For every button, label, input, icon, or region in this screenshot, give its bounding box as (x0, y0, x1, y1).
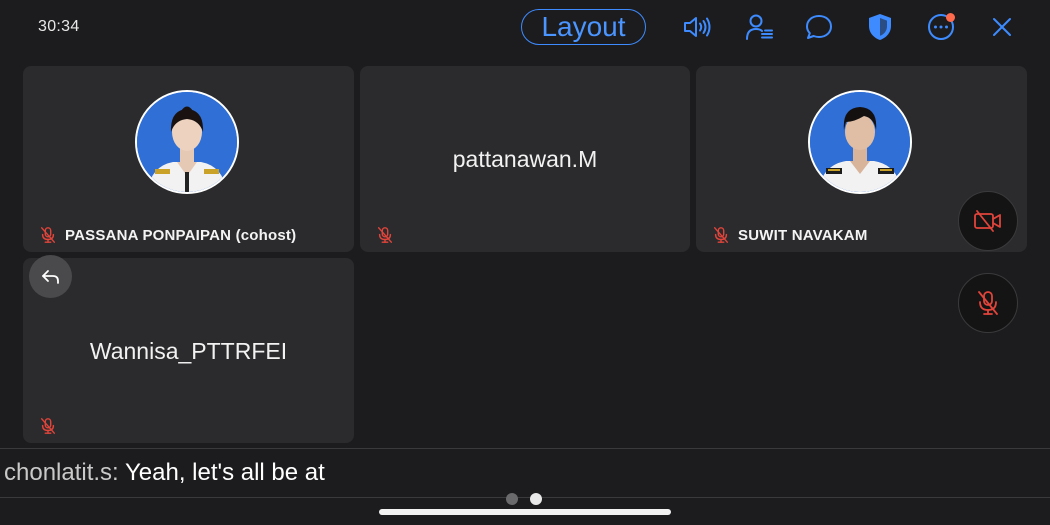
mic-off-icon (40, 418, 56, 434)
participant-name: Wannisa_PTTRFEI (89, 338, 288, 364)
close-button[interactable] (985, 10, 1019, 44)
page-indicator (506, 493, 542, 505)
participant-photo-icon (137, 92, 237, 192)
caption-line: chonlatit.s: Yeah, let's all be at (4, 459, 325, 487)
chat-button[interactable] (802, 10, 836, 44)
avatar (135, 90, 239, 194)
mic-off-icon (40, 227, 56, 243)
participant-name: pattanawan.M (452, 146, 598, 172)
meeting-screen: 30:34 Layout PASSANA PONPAIPAN (cohost) … (0, 0, 1050, 525)
mic-off-icon (377, 227, 393, 243)
back-button[interactable] (29, 255, 72, 298)
page-dot-2[interactable] (530, 493, 542, 505)
video-tile-passana[interactable]: PASSANA PONPAIPAN (cohost) (23, 66, 354, 252)
speaker-icon (684, 17, 711, 37)
speaker-button[interactable] (680, 10, 714, 44)
video-off-icon (974, 210, 1001, 232)
tile-footer (376, 226, 394, 244)
reply-arrow-icon (41, 269, 59, 284)
mic-off-icon (713, 227, 729, 243)
meeting-timer: 30:34 (38, 18, 80, 35)
tile-footer (39, 417, 57, 435)
live-caption-bar: chonlatit.s: Yeah, let's all be at (0, 448, 1050, 498)
tile-footer: SUWIT NAVAKAM (712, 226, 868, 244)
caption-speaker: chonlatit.s: (4, 459, 119, 486)
participants-icon (746, 14, 773, 40)
participant-name: PASSANA PONPAIPAN (cohost) (65, 226, 297, 244)
security-icon (869, 14, 891, 40)
mic-toggle-button[interactable] (958, 273, 1018, 333)
video-tile-wannisa[interactable]: Wannisa_PTTRFEI (23, 258, 354, 443)
page-dot-1[interactable] (506, 493, 518, 505)
layout-button[interactable]: Layout (521, 9, 646, 45)
chat-icon (806, 15, 832, 39)
video-toggle-button[interactable] (958, 191, 1018, 251)
participant-photo-icon (810, 92, 910, 192)
security-button[interactable] (863, 10, 897, 44)
participant-name: SUWIT NAVAKAM (738, 226, 868, 244)
video-tile-pattanawan[interactable]: pattanawan.M (360, 66, 690, 252)
participants-button[interactable] (742, 10, 776, 44)
close-icon (993, 18, 1011, 36)
avatar (808, 90, 912, 194)
more-button[interactable] (924, 10, 958, 44)
tile-footer: PASSANA PONPAIPAN (cohost) (39, 226, 296, 244)
notification-dot (946, 13, 955, 22)
home-indicator[interactable] (379, 509, 671, 515)
mic-off-icon (978, 291, 998, 315)
caption-message: Yeah, let's all be at (124, 459, 325, 486)
